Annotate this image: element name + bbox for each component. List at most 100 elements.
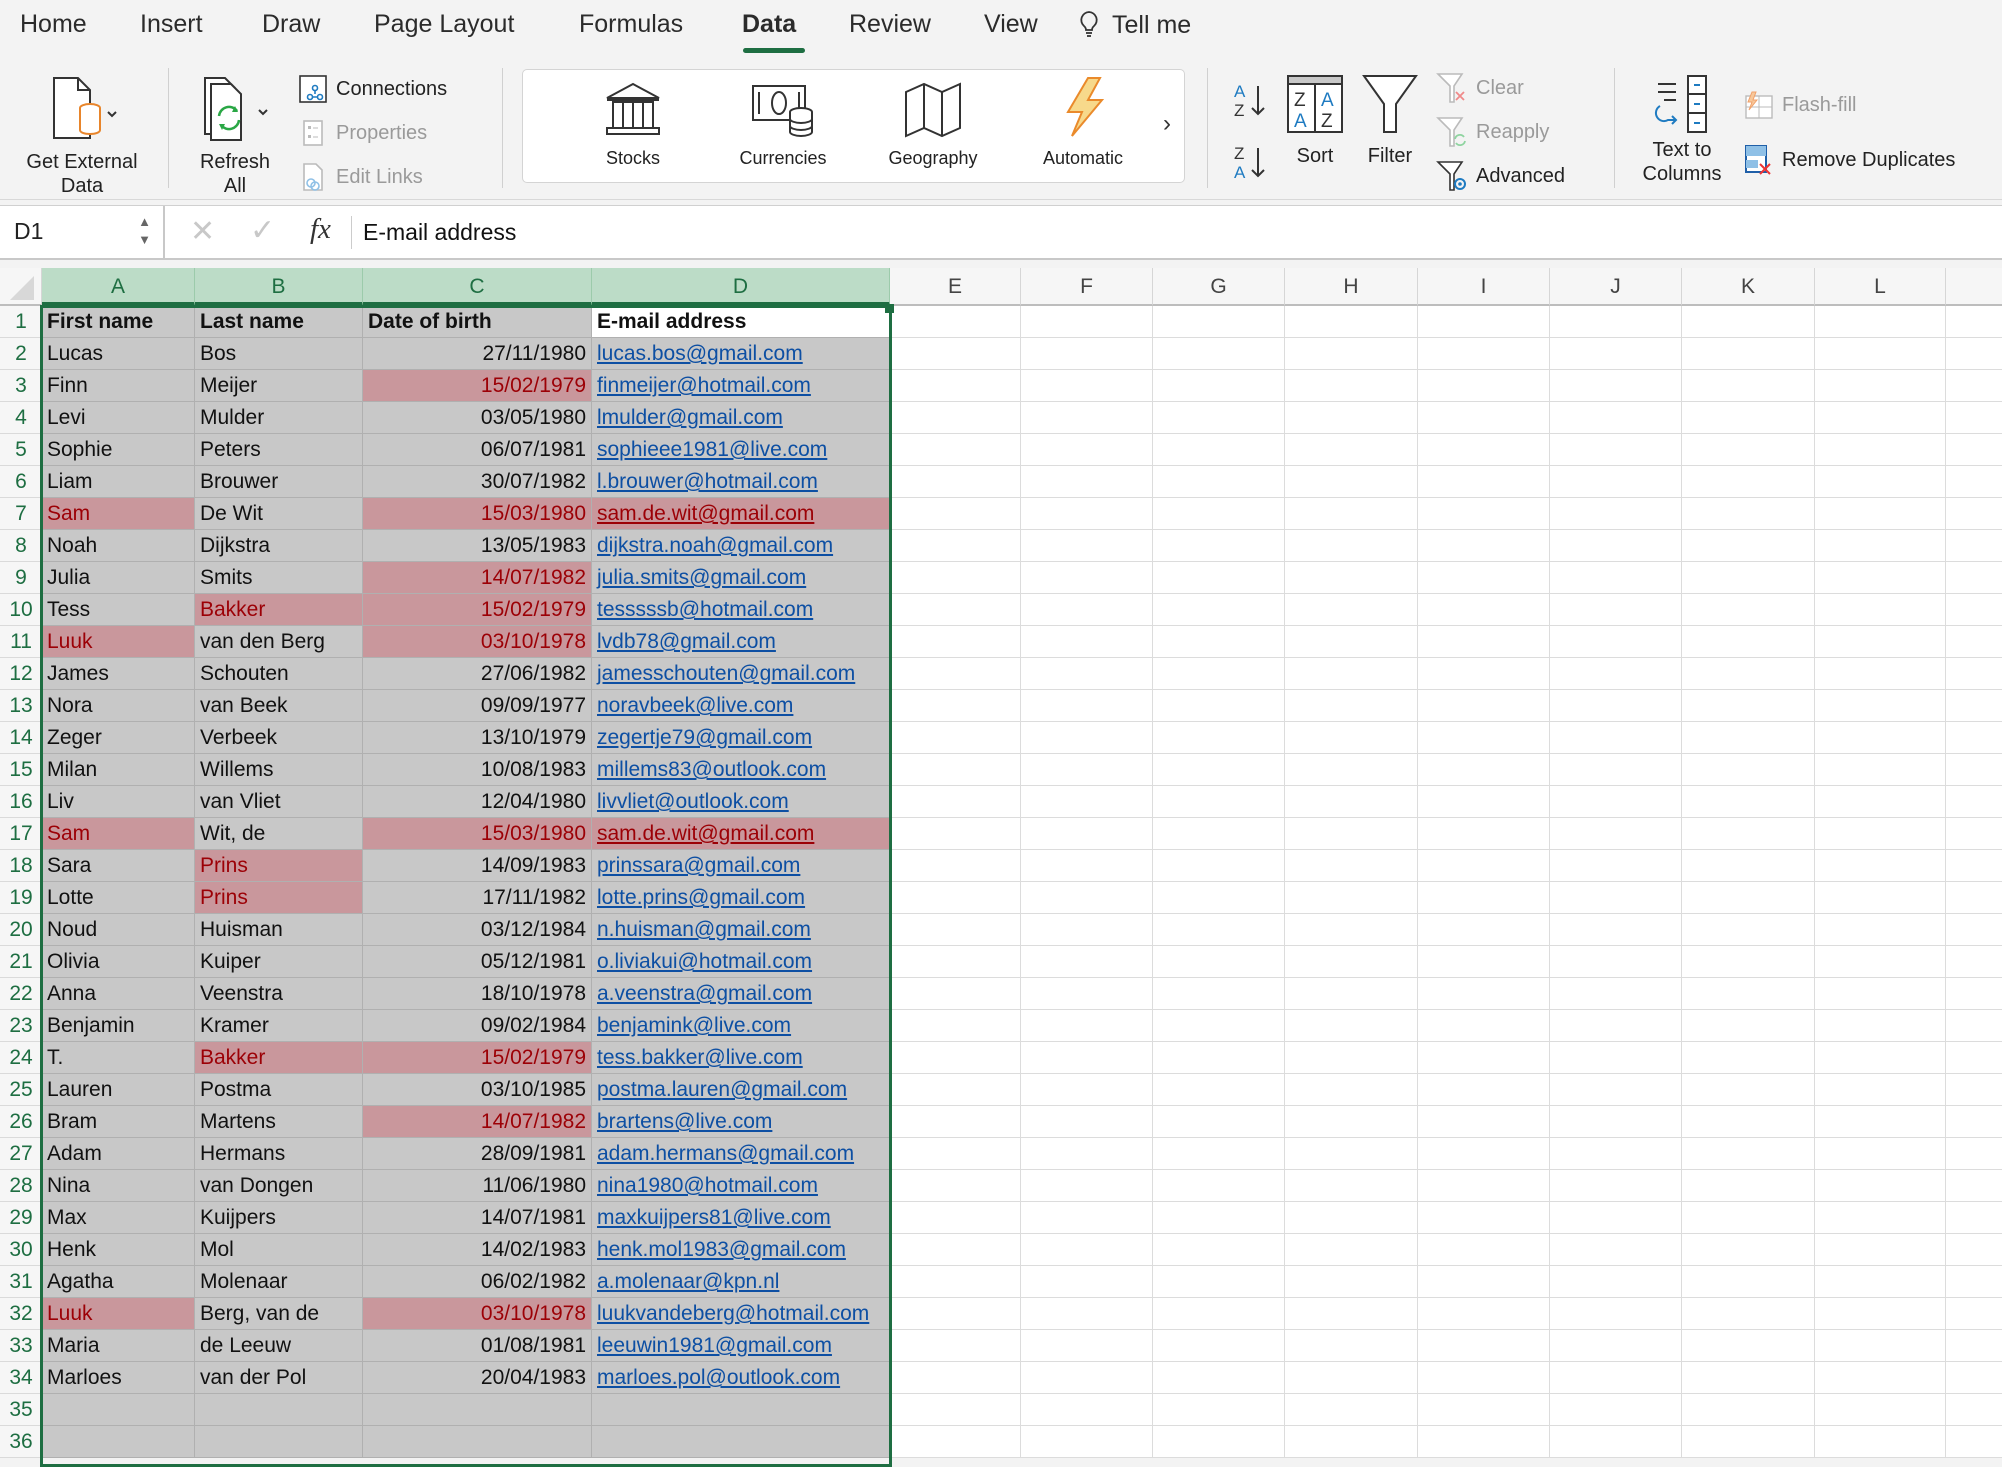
cell-email[interactable]: brartens@live.com: [592, 1106, 890, 1138]
empty-cell[interactable]: [1153, 850, 1285, 882]
empty-cell[interactable]: [1021, 818, 1153, 850]
cell-dob[interactable]: 13/05/1983: [363, 530, 592, 562]
empty-cell[interactable]: [1418, 306, 1550, 338]
empty-cell[interactable]: [1021, 466, 1153, 498]
empty-cell[interactable]: [1946, 754, 2002, 786]
cell-email[interactable]: tess.bakker@live.com: [592, 1042, 890, 1074]
empty-cell[interactable]: [1153, 1170, 1285, 1202]
cell-email[interactable]: millems83@outlook.com: [592, 754, 890, 786]
empty-cell[interactable]: [1418, 562, 1550, 594]
row-header[interactable]: 33: [0, 1330, 42, 1362]
cell-last[interactable]: Veenstra: [195, 978, 363, 1010]
cell-first[interactable]: Adam: [42, 1138, 195, 1170]
empty-cell[interactable]: [1815, 690, 1946, 722]
empty-cell[interactable]: [890, 1106, 1021, 1138]
empty-cell[interactable]: [890, 786, 1021, 818]
empty-cell[interactable]: [1682, 338, 1815, 370]
empty-cell[interactable]: [1418, 1234, 1550, 1266]
empty-cell[interactable]: [1550, 1106, 1682, 1138]
cell-first[interactable]: Marloes: [42, 1362, 195, 1394]
cell-first[interactable]: Benjamin: [42, 1010, 195, 1042]
empty-cell[interactable]: [1153, 498, 1285, 530]
email-link[interactable]: o.liviakui@hotmail.com: [597, 950, 812, 973]
email-link[interactable]: benjamink@live.com: [597, 1014, 791, 1037]
row-header[interactable]: 34: [0, 1362, 42, 1394]
cell-dob[interactable]: 15/02/1979: [363, 370, 592, 402]
empty-selected-cell[interactable]: [363, 1426, 592, 1458]
empty-cell[interactable]: [1021, 1394, 1153, 1426]
empty-cell[interactable]: [1682, 1362, 1815, 1394]
tab-formulas[interactable]: Formulas: [579, 10, 683, 39]
empty-cell[interactable]: [890, 754, 1021, 786]
sort-button[interactable]: ZAAZ Sort: [1282, 74, 1348, 168]
cell-email[interactable]: lotte.prins@gmail.com: [592, 882, 890, 914]
cancel-icon[interactable]: ✕: [190, 214, 215, 249]
cell-last[interactable]: Prins: [195, 882, 363, 914]
empty-cell[interactable]: [1550, 498, 1682, 530]
empty-cell[interactable]: [1285, 786, 1418, 818]
empty-cell[interactable]: [1815, 1266, 1946, 1298]
cell-first[interactable]: Noah: [42, 530, 195, 562]
empty-cell[interactable]: [1815, 466, 1946, 498]
empty-cell[interactable]: [1153, 1298, 1285, 1330]
cell-email[interactable]: nina1980@hotmail.com: [592, 1170, 890, 1202]
cell-first[interactable]: Lotte: [42, 882, 195, 914]
empty-cell[interactable]: [890, 1426, 1021, 1458]
empty-cell[interactable]: [1550, 978, 1682, 1010]
empty-cell[interactable]: [1682, 658, 1815, 690]
empty-cell[interactable]: [1021, 338, 1153, 370]
cell-first[interactable]: Sophie: [42, 434, 195, 466]
row-header[interactable]: 3: [0, 370, 42, 402]
empty-cell[interactable]: [1682, 722, 1815, 754]
cell-last[interactable]: Verbeek: [195, 722, 363, 754]
empty-cell[interactable]: [1418, 690, 1550, 722]
empty-cell[interactable]: [1285, 1362, 1418, 1394]
empty-cell[interactable]: [890, 1330, 1021, 1362]
empty-cell[interactable]: [1153, 338, 1285, 370]
cell-first[interactable]: Tess: [42, 594, 195, 626]
email-link[interactable]: adam.hermans@gmail.com: [597, 1142, 854, 1165]
empty-cell[interactable]: [1285, 818, 1418, 850]
empty-cell[interactable]: [890, 690, 1021, 722]
row-header[interactable]: 21: [0, 946, 42, 978]
empty-cell[interactable]: [1946, 306, 2002, 338]
email-link[interactable]: nina1980@hotmail.com: [597, 1174, 818, 1197]
empty-cell[interactable]: [1285, 1266, 1418, 1298]
empty-cell[interactable]: [1285, 914, 1418, 946]
empty-cell[interactable]: [890, 818, 1021, 850]
empty-cell[interactable]: [890, 498, 1021, 530]
cell-email[interactable]: adam.hermans@gmail.com: [592, 1138, 890, 1170]
empty-cell[interactable]: [1153, 530, 1285, 562]
empty-cell[interactable]: [1946, 1298, 2002, 1330]
row-header[interactable]: 17: [0, 818, 42, 850]
row-header[interactable]: 4: [0, 402, 42, 434]
cell-dob[interactable]: 03/10/1978: [363, 1298, 592, 1330]
cell-last[interactable]: van Dongen: [195, 1170, 363, 1202]
empty-cell[interactable]: [1550, 690, 1682, 722]
empty-cell[interactable]: [890, 1298, 1021, 1330]
empty-cell[interactable]: [1682, 1170, 1815, 1202]
properties-button[interactable]: Properties: [298, 118, 427, 148]
column-header-k[interactable]: K: [1682, 268, 1815, 306]
cell-dob[interactable]: 15/03/1980: [363, 498, 592, 530]
select-all-corner[interactable]: [0, 268, 42, 306]
row-header[interactable]: 19: [0, 882, 42, 914]
empty-cell[interactable]: [1682, 1234, 1815, 1266]
cell-dob[interactable]: 11/06/1980: [363, 1170, 592, 1202]
empty-cell[interactable]: [1285, 498, 1418, 530]
empty-cell[interactable]: [1153, 1010, 1285, 1042]
header-cell-first[interactable]: First name: [42, 306, 195, 338]
empty-cell[interactable]: [1550, 466, 1682, 498]
empty-cell[interactable]: [1682, 850, 1815, 882]
empty-cell[interactable]: [1815, 946, 1946, 978]
empty-cell[interactable]: [1815, 1074, 1946, 1106]
column-header-f[interactable]: F: [1021, 268, 1153, 306]
empty-cell[interactable]: [1550, 1202, 1682, 1234]
cell-last[interactable]: Bos: [195, 338, 363, 370]
cell-dob[interactable]: 09/09/1977: [363, 690, 592, 722]
cell-last[interactable]: Prins: [195, 850, 363, 882]
empty-cell[interactable]: [1021, 946, 1153, 978]
email-link[interactable]: lmulder@gmail.com: [597, 406, 783, 429]
empty-cell[interactable]: [1153, 1042, 1285, 1074]
empty-cell[interactable]: [1021, 594, 1153, 626]
